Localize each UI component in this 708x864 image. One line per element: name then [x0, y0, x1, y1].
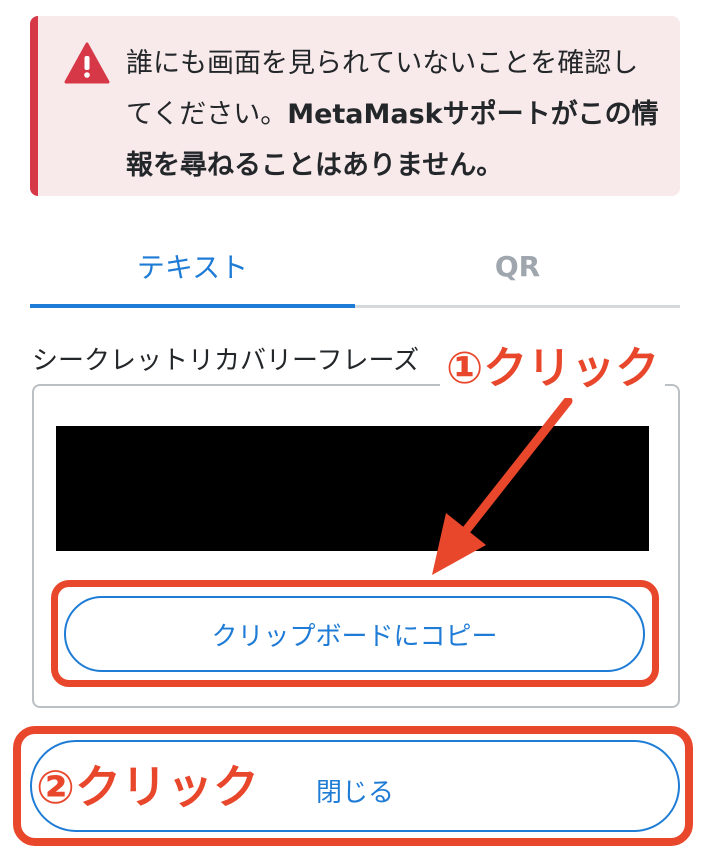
- warning-text: 誰にも画面を見られていないことを確認し てください。MetaMaskサポートがこ…: [126, 38, 666, 191]
- close-button-label: 閉じる: [316, 778, 395, 808]
- tab-text[interactable]: テキスト: [30, 230, 355, 308]
- annotation-arrow-icon: [432, 396, 573, 575]
- annotation-step1: ①クリック: [440, 340, 666, 398]
- warning-line2: てください。: [126, 99, 288, 130]
- warning-banner: 誰にも画面を見られていないことを確認し てください。MetaMaskサポートがこ…: [30, 16, 680, 196]
- copy-to-clipboard-button[interactable]: クリップボードにコピー: [64, 596, 645, 672]
- secret-phrase-label: シークレットリカバリーフレーズ: [32, 346, 420, 376]
- warning-line1: 誰にも画面を見られていないことを確認し: [126, 48, 639, 79]
- annotation-step2: ②クリック: [36, 760, 259, 814]
- warning-line2-bold: MetaMaskサポートがこの情: [287, 99, 659, 130]
- tab-active-indicator: [30, 304, 355, 308]
- warning-line3-bold: 報を尋ねることはありません。: [126, 150, 504, 181]
- tab-qr[interactable]: QR: [355, 230, 680, 308]
- reveal-tabs: テキスト QR: [30, 230, 680, 308]
- warning-triangle-icon: [64, 42, 110, 84]
